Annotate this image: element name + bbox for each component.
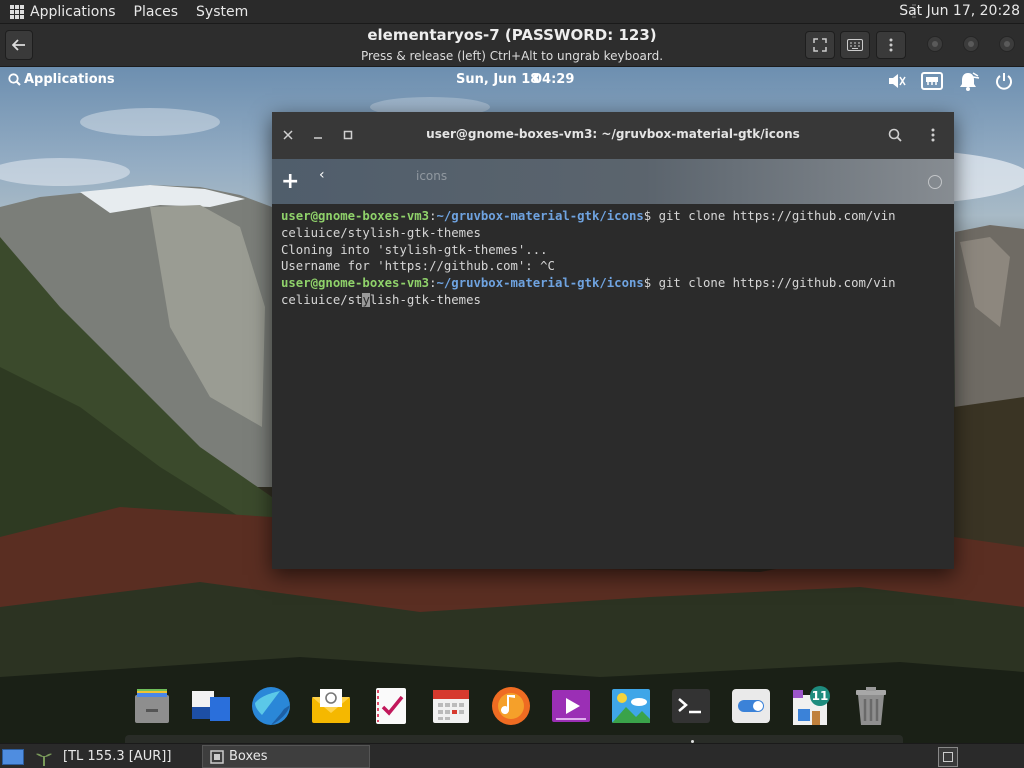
videos-icon (552, 690, 590, 722)
notifications-indicator[interactable] (958, 70, 980, 92)
vm-date[interactable]: Sun, Jun 18 (456, 72, 539, 87)
host-clock[interactable]: Sat Jun 17, 20:28 (899, 3, 1020, 19)
terminal-window[interactable]: user@gnome-boxes-vm3: ~/gruvbox-material… (272, 112, 954, 569)
power-icon (996, 73, 1012, 90)
terminal-input-line[interactable]: celiuice/stylish-gtk-themes (281, 292, 949, 309)
web-browser-icon (252, 687, 290, 725)
weather-plant-icon[interactable] (30, 748, 58, 766)
terminal-menu-button[interactable] (924, 126, 942, 144)
tab-label[interactable]: icons (416, 169, 447, 183)
search-icon (8, 73, 21, 86)
dock-photos[interactable] (610, 685, 652, 727)
taskbar-boxes-item[interactable]: Boxes (202, 745, 370, 768)
terminal-line: Cloning into 'stylish-gtk-themes'... (281, 242, 548, 257)
calendar-icon (433, 690, 469, 723)
show-desktop-button[interactable] (2, 749, 24, 765)
system-settings-icon (732, 689, 770, 723)
update-badge: 11 (812, 689, 829, 703)
terminal-search-button[interactable] (886, 126, 904, 144)
multitasking-view-icon (192, 691, 230, 721)
menu-system[interactable]: System (196, 4, 248, 20)
terminal-line: user@gnome-boxes-vm3:~/gruvbox-material-… (281, 209, 896, 223)
dock-calendar[interactable] (430, 685, 472, 727)
ungrab-hint: Press & release (left) Ctrl+Alt to ungra… (360, 49, 664, 63)
dock-multitasking[interactable] (190, 685, 232, 727)
dock-videos[interactable] (550, 685, 592, 727)
dock-files[interactable] (131, 685, 173, 727)
dock-settings[interactable] (730, 685, 772, 727)
close-button[interactable] (999, 36, 1015, 52)
terminal-line: user@gnome-boxes-vm3:~/gruvbox-material-… (281, 276, 896, 291)
bell-icon (960, 72, 980, 91)
terminal-tab-bar[interactable]: + ‹ icons (272, 159, 954, 204)
terminal-icon (672, 689, 710, 723)
wired-network-icon (921, 72, 943, 90)
mail-icon (312, 689, 350, 723)
host-top-panel: Applications Places System Sat Jun 17, 2… (0, 0, 1024, 24)
vm-title: elementaryos-7 (PASSWORD: 123) (367, 26, 657, 44)
text-cursor: y (362, 292, 370, 307)
menu-applications[interactable]: Applications (30, 4, 116, 20)
menu-button[interactable] (876, 31, 906, 59)
terminal-titlebar[interactable]: user@gnome-boxes-vm3: ~/gruvbox-material… (272, 112, 954, 159)
photos-icon (612, 689, 650, 723)
sound-muted-indicator[interactable] (886, 70, 908, 92)
minimize-button[interactable] (927, 36, 943, 52)
power-indicator[interactable] (993, 70, 1015, 92)
fullscreen-icon (813, 38, 827, 52)
vm-display[interactable]: Applications Sun, Jun 18 04:29 user@gnom… (0, 67, 1024, 743)
taskbar-boxes-label: Boxes (229, 749, 268, 764)
host-bottom-panel: [TL 155.3 [AUR]] Boxes (0, 743, 1024, 768)
more-vertical-icon (889, 38, 893, 52)
terminal-line: celiuice/stylish-gtk-themes (281, 225, 481, 240)
dock-trash[interactable] (850, 685, 892, 727)
more-vertical-icon (931, 128, 935, 142)
new-tab-plus-icon[interactable]: + (281, 169, 299, 194)
vm-applications-menu[interactable]: Applications (8, 72, 115, 87)
terminal-title: user@gnome-boxes-vm3: ~/gruvbox-material… (426, 127, 800, 141)
terminal-line: Username for 'https://github.com': ^C (281, 259, 555, 274)
apps-grid-icon[interactable] (10, 4, 24, 19)
workspace-icon (943, 752, 953, 762)
dock-shelf (125, 735, 903, 743)
dock-web[interactable] (250, 685, 292, 727)
appcenter-icon: 11 (793, 686, 830, 725)
menu-places[interactable]: Places (134, 4, 179, 20)
dock-terminal[interactable] (670, 685, 712, 727)
vm-top-panel: Applications Sun, Jun 18 04:29 (0, 67, 1024, 93)
fullscreen-button[interactable] (805, 31, 835, 59)
weather-applet-text[interactable]: [TL 155.3 [AUR]] (63, 749, 171, 764)
dock: 11 (131, 685, 893, 735)
maximize-button[interactable] (963, 36, 979, 52)
search-icon (888, 128, 902, 142)
dock-appcenter[interactable]: 11 (790, 685, 832, 727)
dock-mail[interactable] (310, 685, 352, 727)
files-icon (135, 689, 169, 723)
keyboard-button[interactable] (840, 31, 870, 59)
vm-time[interactable]: 04:29 (533, 72, 574, 87)
boxes-app-icon (210, 749, 224, 764)
dock-music[interactable] (490, 685, 532, 727)
volume-muted-icon (889, 74, 906, 88)
boxes-header-bar: elementaryos-7 (PASSWORD: 123) Press & r… (0, 24, 1024, 67)
vm-applications-label: Applications (24, 72, 115, 87)
dock-tasks[interactable] (370, 685, 412, 727)
trash-icon (856, 687, 886, 725)
network-indicator[interactable] (921, 70, 943, 92)
chevron-left-icon[interactable]: ‹ (319, 167, 325, 183)
tab-close-ring-icon[interactable] (928, 175, 942, 189)
workspace-switcher[interactable] (938, 747, 958, 767)
tasks-icon (376, 688, 406, 724)
music-icon (492, 687, 530, 725)
terminal-output[interactable]: user@gnome-boxes-vm3:~/gruvbox-material-… (281, 208, 949, 309)
keyboard-icon (847, 39, 863, 51)
